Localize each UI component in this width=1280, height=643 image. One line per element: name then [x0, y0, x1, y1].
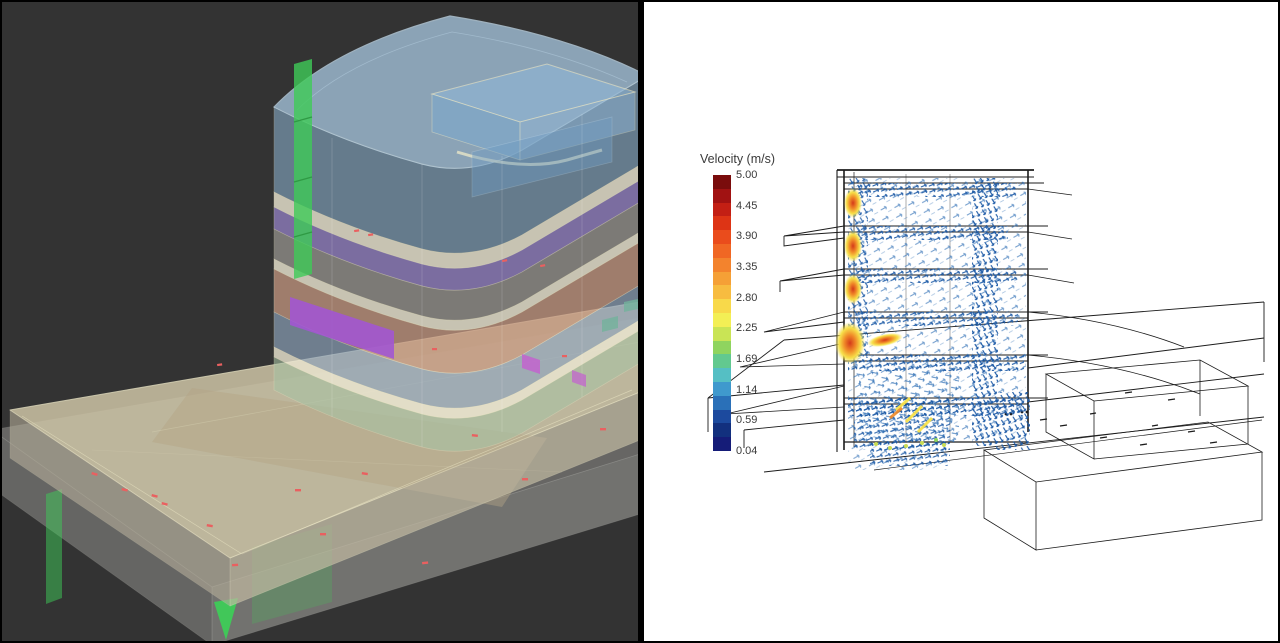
velocity-vector-field-part — [858, 226, 1008, 240]
building-wireframe-part — [780, 269, 844, 292]
colorbar-segment — [713, 244, 731, 258]
red-opening-markers-part — [232, 564, 238, 567]
colorbar-segment — [713, 437, 731, 451]
green-stair-column — [294, 59, 312, 279]
velocity-hot-spots-part — [844, 274, 862, 304]
velocity-hot-spots-part — [942, 443, 946, 447]
velocity-hot-spots-part — [844, 188, 862, 218]
colorbar-tick-label: 3.90 — [736, 230, 757, 242]
application-window: Velocity (m/s) 5.00 4.45 3.90 3.35 2.80 2.25 1… — [0, 0, 1280, 643]
building-wireframe-part — [1028, 312, 1184, 347]
building-wireframe-part — [1028, 355, 1200, 394]
building-model-canvas — [2, 2, 638, 641]
colorbar-segment — [713, 175, 731, 189]
colorbar-segment — [713, 368, 731, 382]
red-opening-markers-part — [600, 428, 606, 430]
colorbar-segment — [713, 230, 731, 244]
colorbar-segment — [713, 313, 731, 327]
colorbar-segment — [713, 299, 731, 313]
velocity-vector-field-part — [858, 269, 1018, 283]
colorbar-segment — [713, 258, 731, 272]
red-opening-markers-part — [295, 489, 301, 491]
colorbar-tick-label: 1.69 — [736, 353, 757, 365]
colorbar-tick-label: 2.25 — [736, 322, 757, 334]
velocity-vector-field-part — [996, 392, 1030, 450]
velocity-hot-spots-part — [904, 444, 908, 448]
velocity-hot-spots-part — [844, 230, 862, 262]
velocity-legend: Velocity (m/s) 5.004.453.903.352.802.251… — [700, 152, 775, 175]
colorbar — [713, 175, 731, 451]
colorbar-segment — [713, 327, 731, 341]
velocity-hot-spots-part — [874, 442, 878, 446]
colorbar-segment — [713, 203, 731, 217]
colorbar-segment — [713, 341, 731, 355]
colorbar-tick-label: 0.04 — [736, 445, 757, 457]
colorbar-segment — [713, 423, 731, 437]
legend-title: Velocity (m/s) — [700, 152, 775, 166]
colorbar-tick-label: 1.14 — [736, 384, 757, 396]
velocity-vector-field-part — [858, 312, 1018, 326]
cfd-result-view[interactable]: Velocity (m/s) 5.00 4.45 3.90 3.35 2.80 2.25 1… — [644, 2, 1278, 641]
colorbar-segment — [713, 285, 731, 299]
model-viewport[interactable] — [2, 2, 638, 641]
red-opening-markers-part — [432, 348, 437, 350]
velocity-vector-field-part — [870, 440, 950, 466]
colorbar-segment — [713, 354, 731, 368]
velocity-vector-field-part — [858, 183, 1018, 197]
building-wireframe-part — [784, 226, 844, 246]
colorbar-tick-label: 5.00 — [736, 169, 757, 181]
red-opening-markers-part — [522, 478, 528, 480]
velocity-hot-spots-part — [920, 441, 924, 445]
colorbar-segment — [713, 272, 731, 286]
colorbar-tick-label: 3.35 — [736, 261, 757, 273]
colorbar-tick-label: 2.80 — [736, 292, 757, 304]
building-wireframe-part — [764, 312, 844, 332]
building-wireframe-part — [1046, 360, 1248, 401]
red-opening-markers-part — [320, 533, 326, 535]
colorbar-segment — [713, 410, 731, 424]
velocity-vector-field-part — [859, 362, 959, 442]
velocity-vector-field — [848, 178, 1030, 470]
colorbar-segment — [713, 396, 731, 410]
colorbar-segment — [713, 189, 731, 203]
colorbar-tick-label: 4.45 — [736, 200, 757, 212]
green-stair-column-part — [294, 59, 312, 279]
colorbar-segment — [713, 382, 731, 396]
velocity-hot-spots-part — [934, 438, 938, 442]
podium-lower-slab-part — [46, 489, 62, 604]
red-opening-markers-part — [217, 363, 222, 366]
velocity-hot-spots-part — [888, 446, 892, 450]
colorbar-segment — [713, 216, 731, 230]
velocity-hot-spots-part — [835, 322, 865, 364]
building-wireframe-part — [984, 450, 1262, 550]
red-opening-markers-part — [562, 355, 567, 357]
colorbar-tick-label: 0.59 — [736, 414, 757, 426]
